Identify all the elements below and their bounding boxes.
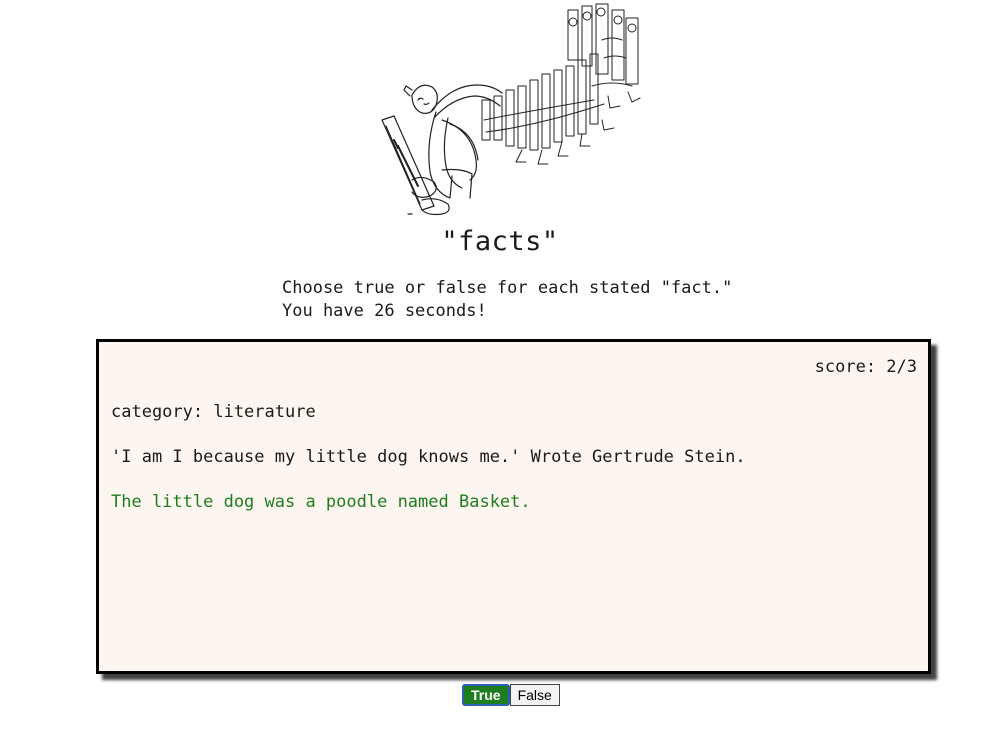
page-title: "facts" [441, 226, 559, 257]
category-label: category: literature [111, 402, 316, 422]
instructions-timer: You have 26 seconds! [282, 301, 487, 321]
pianist-illustration [372, 0, 652, 225]
instructions-line-1: Choose true or false for each stated "fa… [282, 278, 733, 298]
question-card: score: 2/3 category: literature 'I am I … [96, 339, 931, 674]
instructions: Choose true or false for each stated "fa… [282, 277, 732, 323]
true-button[interactable]: True [462, 684, 510, 706]
answer-buttons: True False [462, 684, 560, 706]
question-statement: 'I am I because my little dog knows me.'… [111, 447, 746, 467]
fact-text: The little dog was a poodle named Basket… [111, 492, 531, 512]
score-display: score: 2/3 [814, 357, 917, 377]
false-button[interactable]: False [509, 684, 560, 706]
